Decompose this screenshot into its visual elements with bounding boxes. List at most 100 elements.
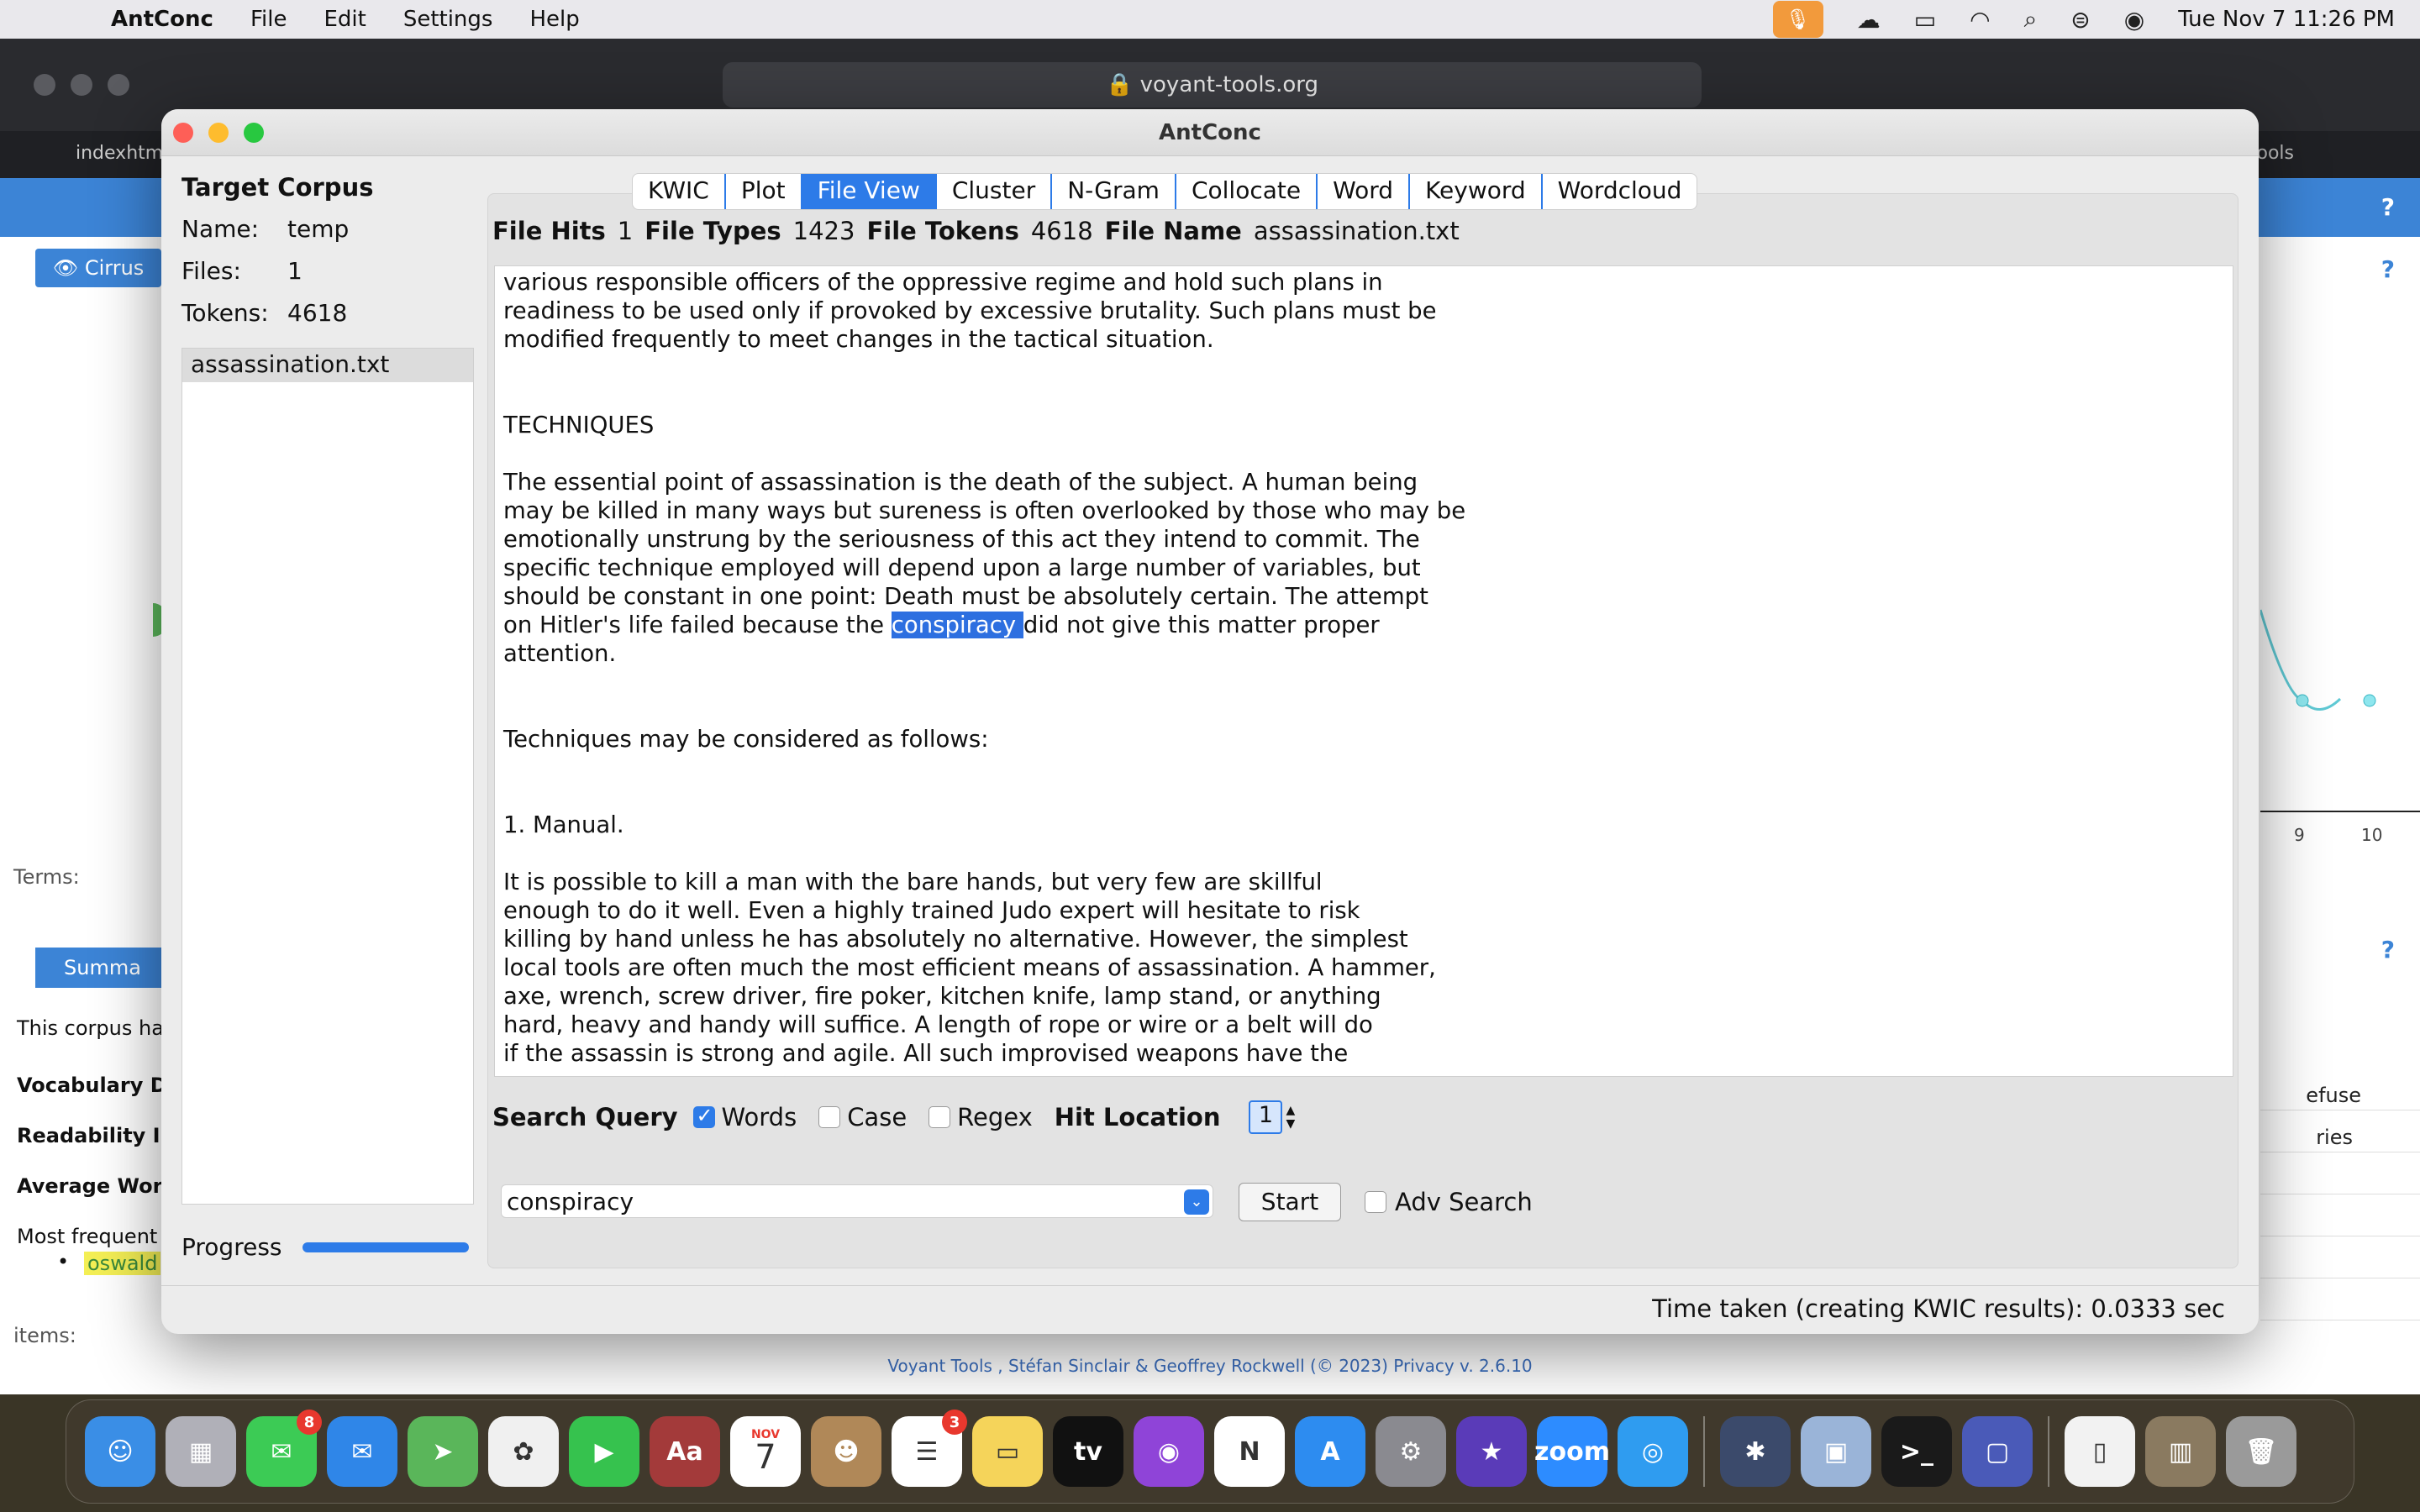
dock-system-settings-icon[interactable]: ⚙	[1376, 1416, 1446, 1487]
wifi-icon[interactable]: ◠	[1970, 6, 1990, 34]
help-icon[interactable]: ?	[2381, 255, 2395, 283]
progress-bar	[302, 1242, 469, 1252]
window-title: AntConc	[1159, 120, 1261, 145]
dock-photos-icon[interactable]: ✿	[488, 1416, 559, 1487]
dock-screen-sharing-icon[interactable]: ▢	[1962, 1416, 2033, 1487]
case-label: Case	[847, 1103, 908, 1131]
table-cell: ries	[2316, 1126, 2353, 1149]
dock-reminders-icon[interactable]: ☰ 3	[892, 1410, 967, 1487]
tab-plot[interactable]: Plot	[726, 174, 802, 209]
dock-zoom-icon[interactable]: zoom	[1534, 1416, 1610, 1487]
regex-label: Regex	[957, 1103, 1033, 1131]
file-tokens-value: 4618	[1030, 217, 1093, 245]
dock-trash-icon[interactable]: 🗑	[2226, 1416, 2296, 1487]
dock-finder-icon[interactable]: ☺	[85, 1416, 155, 1487]
creative-cloud-icon[interactable]: ☁	[1857, 6, 1881, 34]
menu-app-name[interactable]: AntConc	[92, 7, 232, 32]
tab-file-view[interactable]: File View	[802, 174, 937, 209]
corpus-file-list[interactable]: assassination.txt	[182, 348, 474, 1205]
search-query-combobox[interactable]: conspiracy ⌄	[501, 1184, 1213, 1218]
search-query-value: conspiracy	[507, 1187, 634, 1215]
notification-badge: 8	[297, 1410, 322, 1435]
file-tokens-label: File Tokens	[866, 217, 1019, 245]
tab-kwic[interactable]: KWIC	[633, 174, 726, 209]
safari-tab-indexhtml[interactable]: indexhtml	[76, 143, 168, 164]
words-checkbox[interactable]	[692, 1104, 715, 1128]
dock-contacts-icon[interactable]: ☻	[811, 1416, 881, 1487]
cirrus-label: Cirrus	[84, 256, 145, 280]
tab-n-gram[interactable]: N-Gram	[1052, 174, 1176, 209]
corpus-tokens-value: 4618	[287, 299, 348, 327]
words-label: Words	[721, 1103, 797, 1131]
safari-address-bar[interactable]: 🔒 voyant-tools.org	[723, 62, 1702, 108]
help-icon[interactable]: ?	[2381, 193, 2395, 221]
vocabulary-density-label: Vocabulary De	[17, 1074, 181, 1097]
dock-terminal-icon[interactable]: >_	[1881, 1416, 1952, 1487]
apple-menu-icon[interactable]	[0, 0, 92, 39]
readability-label: Readability In	[17, 1124, 175, 1147]
spotlight-icon[interactable]: ⌕	[2024, 5, 2038, 34]
dock-document-icon[interactable]: ▯	[2065, 1416, 2135, 1487]
dock-podcasts-icon[interactable]: ◉	[1134, 1416, 1204, 1487]
corpus-summary-text: This corpus ha	[17, 1016, 164, 1040]
trend-point[interactable]	[2296, 694, 2309, 707]
tool-tabs: KWIC Plot File View Cluster N-Gram Collo…	[632, 173, 1698, 210]
battery-icon[interactable]: ▭	[1914, 6, 1936, 34]
file-view-text[interactable]: various responsible officers of the oppr…	[494, 265, 2233, 1077]
control-center-icon[interactable]: ⊜	[2070, 6, 2090, 34]
dock-notes-icon[interactable]: ▭	[972, 1416, 1043, 1487]
case-checkbox[interactable]	[818, 1106, 841, 1128]
dock-mail-icon[interactable]: ✉	[327, 1416, 397, 1487]
dock-preview-icon[interactable]: ▣	[1801, 1416, 1871, 1487]
dock-messages-icon[interactable]: ✉ 8	[246, 1410, 322, 1487]
tab-wordcloud[interactable]: Wordcloud	[1543, 174, 1697, 209]
dock-separator	[1703, 1416, 1705, 1487]
dock-news-icon[interactable]: N	[1214, 1416, 1285, 1487]
menu-help[interactable]: Help	[511, 7, 597, 32]
hit-location-stepper[interactable]: 1	[1249, 1100, 1283, 1134]
file-stats: File Hits 1 File Types 1423 File Tokens …	[492, 217, 1460, 245]
siri-icon[interactable]: ◉	[2124, 6, 2144, 34]
stepper-arrows-icon[interactable]: ▲ ▼	[1286, 1104, 1295, 1131]
menu-edit[interactable]: Edit	[305, 7, 384, 32]
dock-app-store-icon[interactable]: A	[1295, 1416, 1365, 1487]
corpus-files-value: 1	[287, 257, 302, 285]
dock-calendar-icon[interactable]: NOV 7	[730, 1416, 801, 1487]
file-hits-value: 1	[617, 217, 634, 245]
trends-chart	[2260, 609, 2420, 812]
chevron-down-icon[interactable]: ⌄	[1184, 1189, 1209, 1215]
file-list-item[interactable]: assassination.txt	[182, 349, 473, 382]
dock-apple-tv-icon[interactable]: tv	[1053, 1416, 1123, 1487]
dock-antconc-icon[interactable]: ✱	[1720, 1416, 1791, 1487]
trend-point[interactable]	[2363, 694, 2376, 707]
dock-downloads-icon[interactable]: ▥	[2145, 1416, 2216, 1487]
tab-word[interactable]: Word	[1318, 174, 1411, 209]
adv-search-checkbox[interactable]	[1365, 1191, 1386, 1213]
average-words-label: Average Word	[17, 1174, 177, 1198]
dock-launchpad-icon[interactable]: ▦	[166, 1416, 236, 1487]
tab-keyword[interactable]: Keyword	[1410, 174, 1543, 209]
dock-dictionary-icon[interactable]: Aa	[650, 1416, 720, 1487]
dock-imovie-icon[interactable]: ★	[1456, 1416, 1527, 1487]
menu-settings[interactable]: Settings	[385, 7, 512, 32]
dock-maps-icon[interactable]: ➤	[408, 1416, 478, 1487]
microphone-icon[interactable]: 🎙	[1772, 1, 1823, 38]
regex-checkbox[interactable]	[929, 1106, 951, 1128]
dock-facetime-icon[interactable]: ▶	[569, 1416, 639, 1487]
menu-file[interactable]: File	[232, 7, 306, 32]
menu-clock[interactable]: Tue Nov 7 11:26 PM	[2178, 7, 2395, 32]
cirrus-tab[interactable]: 👁 Cirrus	[35, 249, 161, 287]
help-icon[interactable]: ?	[2381, 936, 2395, 963]
dock-safari-icon[interactable]: ◎	[1618, 1416, 1688, 1487]
terms-slider-label: Terms:	[13, 865, 80, 889]
hit-location-label: Hit Location	[1054, 1103, 1221, 1131]
start-button[interactable]: Start	[1239, 1183, 1341, 1221]
status-message: Time taken (creating KWIC results): 0.03…	[1652, 1294, 2225, 1323]
antconc-titlebar: AntConc	[161, 109, 2259, 156]
frequent-term-oswald[interactable]: oswald	[84, 1252, 161, 1275]
tab-cluster[interactable]: Cluster	[937, 174, 1053, 209]
summary-tab[interactable]: Summa	[35, 948, 170, 988]
search-hit-highlight[interactable]: conspiracy	[891, 612, 1023, 638]
progress-indicator: Progress	[182, 1233, 469, 1261]
tab-collocate[interactable]: Collocate	[1176, 174, 1318, 209]
